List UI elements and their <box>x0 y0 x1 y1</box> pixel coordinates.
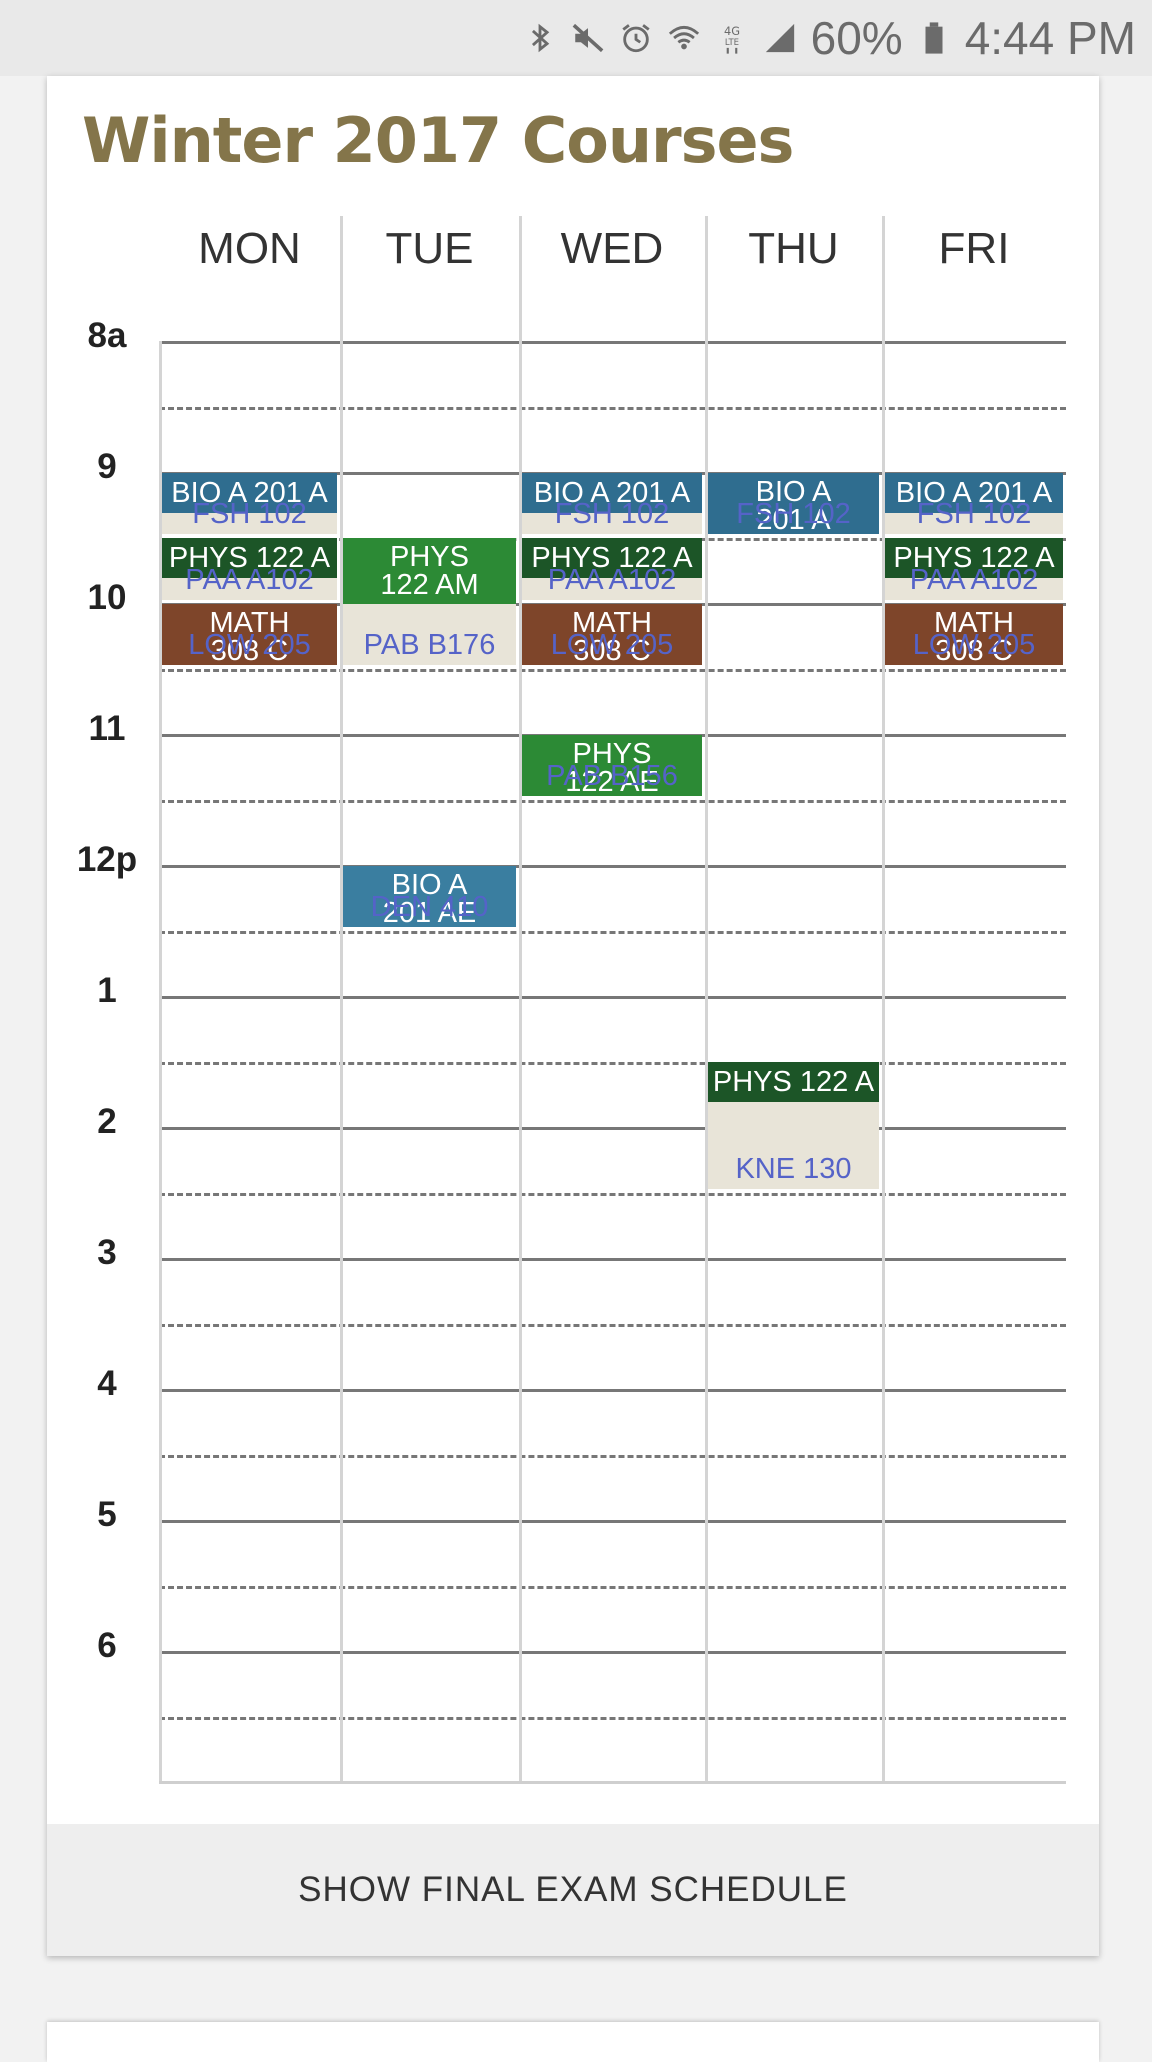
half-hour-line <box>159 1323 1066 1327</box>
half-hour-line <box>159 930 1066 934</box>
course-room[interactable]: FSH 102 <box>708 494 879 534</box>
course-block[interactable]: BIO A 201 A FSH 102 <box>708 472 879 534</box>
course-room[interactable]: PAA A102 <box>522 560 702 600</box>
show-final-exam-button[interactable]: SHOW FINAL EXAM SCHEDULE <box>47 1824 1099 1956</box>
hour-line <box>159 1127 1066 1130</box>
course-room[interactable]: PAA A102 <box>162 560 337 600</box>
course-block[interactable]: PHYS 122 AE PAB B156 <box>522 734 702 796</box>
hour-line <box>159 1520 1066 1523</box>
alarm-icon <box>619 18 653 58</box>
half-hour-line <box>159 799 1066 803</box>
hour-line <box>159 865 1066 868</box>
mute-icon <box>571 18 605 58</box>
hour-line <box>159 341 1066 344</box>
schedule-card: Winter 2017 Courses SHOW FINAL EXAM SCHE… <box>47 76 1099 1956</box>
day-header-wed: WED <box>560 224 664 273</box>
day-header-tue: TUE <box>385 224 474 273</box>
day-header-thu: THU <box>748 224 839 273</box>
course-room[interactable]: FSH 102 <box>162 494 337 534</box>
time-label: 8a <box>87 316 127 355</box>
course-room[interactable]: FSH 102 <box>885 494 1063 534</box>
hour-line <box>159 1258 1066 1261</box>
time-label: 1 <box>97 971 117 1010</box>
course-room[interactable]: KNE 130 <box>708 1149 879 1189</box>
hour-line <box>159 996 1066 999</box>
half-hour-line <box>159 1192 1066 1196</box>
wifi-icon <box>667 18 701 58</box>
day-divider <box>340 216 343 1781</box>
hour-line <box>159 1651 1066 1654</box>
half-hour-line <box>159 406 1066 410</box>
svg-text:LTE: LTE <box>725 38 739 48</box>
time-label: 2 <box>97 1102 117 1141</box>
course-room[interactable]: PAA A102 <box>885 560 1063 600</box>
day-divider <box>519 216 522 1781</box>
course-room[interactable]: DEN 410 <box>343 887 516 927</box>
time-label: 12p <box>76 840 138 879</box>
time-label: 11 <box>88 709 126 748</box>
course-room[interactable]: LOW 205 <box>162 625 337 665</box>
course-block[interactable]: PHYS 122 AM PAB B176 <box>343 538 516 665</box>
half-hour-line <box>159 668 1066 672</box>
half-hour-line <box>159 1061 1066 1065</box>
time-label: 10 <box>87 578 127 617</box>
course-block[interactable]: PHYS 122 A PAA A102 <box>162 538 337 600</box>
day-divider <box>705 216 708 1781</box>
hour-line <box>159 1389 1066 1392</box>
course-name: PHYS 122 A <box>708 1062 879 1102</box>
course-room[interactable]: LOW 205 <box>522 625 702 665</box>
battery-percent: 60% <box>810 12 903 64</box>
half-hour-line <box>159 1454 1066 1458</box>
day-header-fri: FRI <box>938 224 1010 273</box>
time-label: 9 <box>97 447 117 486</box>
course-block[interactable]: MATH 308 C LOW 205 <box>885 603 1063 665</box>
course-block[interactable]: PHYS 122 A KNE 130 <box>708 1062 879 1189</box>
battery-icon <box>917 18 951 58</box>
status-bar: 4G LTE 60% 4:44 PM <box>0 0 1152 76</box>
time-label: 4 <box>97 1364 117 1403</box>
schedule-title: Winter 2017 Courses <box>82 104 794 177</box>
half-hour-line <box>159 1716 1066 1720</box>
time-label: 6 <box>97 1626 117 1665</box>
time-label: 3 <box>97 1233 117 1272</box>
course-room[interactable]: PAB B176 <box>343 625 516 665</box>
course-block[interactable]: MATH 308 C LOW 205 <box>522 603 702 665</box>
course-block[interactable]: BIO A 201 A FSH 102 <box>885 472 1063 534</box>
lte-icon: 4G LTE <box>715 18 749 58</box>
grid-bottom-line <box>159 1781 1066 1784</box>
time-label: 5 <box>97 1495 117 1534</box>
course-block[interactable]: BIO A 201 AE DEN 410 <box>343 865 516 927</box>
signal-icon <box>763 18 797 58</box>
day-header-mon: MON <box>198 224 301 273</box>
svg-text:4G: 4G <box>724 24 740 38</box>
course-block[interactable]: BIO A 201 A FSH 102 <box>162 472 337 534</box>
course-block[interactable]: MATH 308 C LOW 205 <box>162 603 337 665</box>
course-room[interactable]: FSH 102 <box>522 494 702 534</box>
bluetooth-icon <box>523 18 557 58</box>
half-hour-line <box>159 1585 1066 1589</box>
day-divider <box>882 216 885 1781</box>
course-room[interactable]: LOW 205 <box>885 625 1063 665</box>
course-block[interactable]: PHYS 122 A PAA A102 <box>885 538 1063 600</box>
course-room[interactable]: PAB B156 <box>522 756 702 796</box>
clock: 4:44 PM <box>964 12 1136 64</box>
course-name: PHYS 122 AM <box>343 538 516 604</box>
course-block[interactable]: BIO A 201 A FSH 102 <box>522 472 702 534</box>
next-card <box>47 2022 1099 2062</box>
course-block[interactable]: PHYS 122 A PAA A102 <box>522 538 702 600</box>
